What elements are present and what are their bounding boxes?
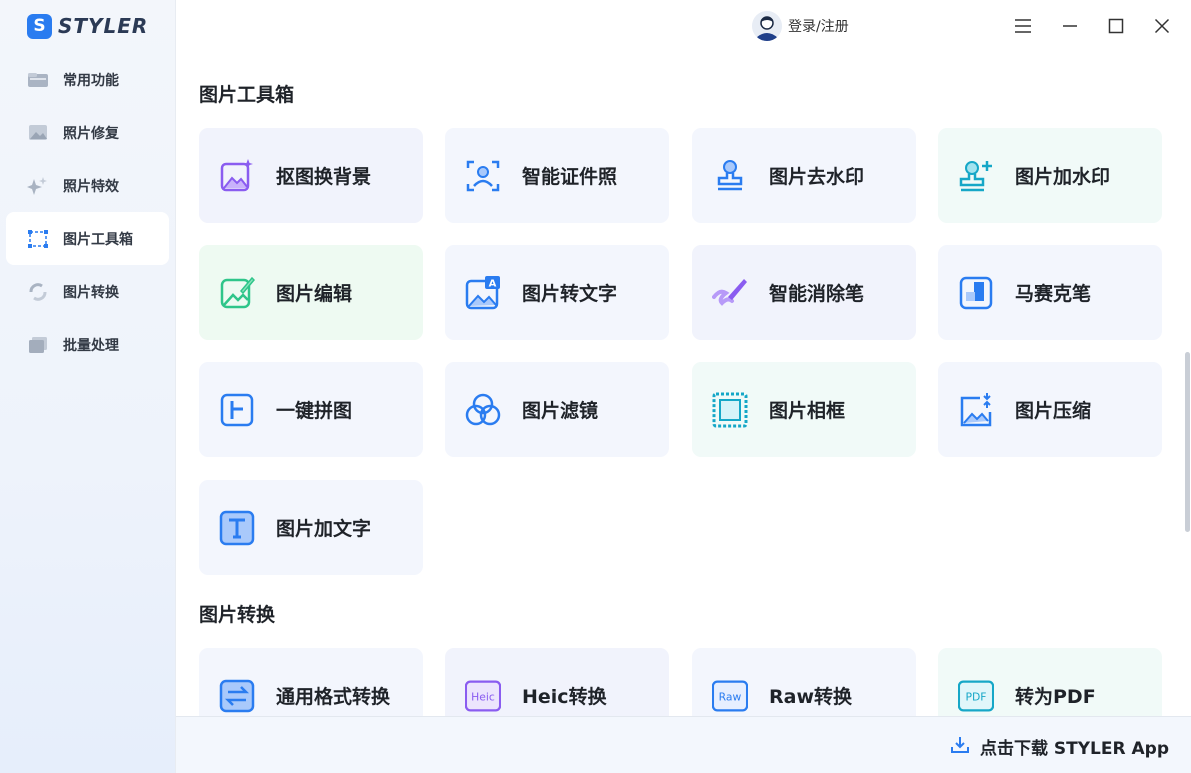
tool-card-image-to-text[interactable]: A 图片转文字 <box>445 245 669 340</box>
tool-card-label: 图片去水印 <box>769 166 865 188</box>
svg-text:Heic: Heic <box>471 690 495 703</box>
avatar-icon <box>752 11 782 41</box>
sidebar-item-label: 批量处理 <box>63 337 119 354</box>
sparkle-icon <box>27 176 49 195</box>
tool-card-label: 马赛克笔 <box>1015 283 1092 305</box>
tool-card-label: 图片加文字 <box>276 518 372 540</box>
eraser-brush-icon <box>712 275 748 311</box>
maximize-icon <box>1108 18 1124 38</box>
tool-card-filter[interactable]: 图片滤镜 <box>445 362 669 457</box>
add-text-icon <box>219 510 255 546</box>
scrollbar-thumb[interactable] <box>1185 352 1190 532</box>
tool-card-label: 抠图换背景 <box>276 166 372 188</box>
svg-text:A: A <box>489 278 497 289</box>
tool-card-add-text[interactable]: 图片加文字 <box>199 480 423 575</box>
section-title-convert: 图片转换 <box>199 604 276 626</box>
sidebar-item-effects[interactable]: 照片特效 <box>6 159 169 212</box>
close-button[interactable] <box>1148 14 1176 42</box>
pdf-icon: PDF <box>958 678 994 714</box>
compress-icon <box>958 392 994 428</box>
sidebar-item-repair[interactable]: 照片修复 <box>6 106 169 159</box>
sidebar: S STYLER 常用功能 照片修复 照片特效 图片工具箱 图片转换 批量处理 <box>0 0 176 773</box>
batch-icon <box>27 336 49 354</box>
tool-card-remove-watermark[interactable]: 图片去水印 <box>692 128 916 223</box>
download-app-button[interactable]: 点击下载 STYLER App <box>950 734 1169 759</box>
frame-icon <box>712 392 748 428</box>
image-to-text-icon: A <box>465 275 501 311</box>
format-convert-icon <box>219 678 255 714</box>
minimize-button[interactable] <box>1056 14 1084 42</box>
tool-card-label: 图片压缩 <box>1015 400 1092 422</box>
sidebar-item-common[interactable]: 常用功能 <box>6 53 169 106</box>
menu-button[interactable] <box>1009 14 1037 42</box>
tool-card-label: 图片编辑 <box>276 283 353 305</box>
tool-card-collage[interactable]: 一键拼图 <box>199 362 423 457</box>
toolbox-icon <box>27 229 49 248</box>
login-label: 登录/注册 <box>788 19 849 35</box>
sidebar-item-convert[interactable]: 图片转换 <box>6 265 169 318</box>
filter-icon <box>465 392 501 428</box>
tool-card-label: 图片滤镜 <box>522 400 599 422</box>
hamburger-icon <box>1014 18 1032 38</box>
raw-icon: Raw <box>712 678 748 714</box>
tool-card-pdf[interactable]: PDF 转为PDF <box>938 648 1162 716</box>
sidebar-item-label: 照片特效 <box>63 178 119 195</box>
svg-text:Raw: Raw <box>719 690 742 703</box>
tool-card-compress[interactable]: 图片压缩 <box>938 362 1162 457</box>
tool-card-format-convert[interactable]: 通用格式转换 <box>199 648 423 716</box>
sidebar-item-toolbox[interactable]: 图片工具箱 <box>6 212 169 265</box>
sidebar-item-label: 图片转换 <box>63 284 119 301</box>
tool-card-mosaic[interactable]: 马赛克笔 <box>938 245 1162 340</box>
download-icon <box>950 735 970 759</box>
logo-mark: S <box>27 13 52 39</box>
sidebar-item-label: 照片修复 <box>63 125 119 142</box>
user-login[interactable]: 登录/注册 <box>752 11 849 41</box>
convert-icon <box>27 282 49 301</box>
sidebar-item-batch[interactable]: 批量处理 <box>6 318 169 371</box>
sidebar-item-label: 图片工具箱 <box>63 231 133 248</box>
tool-card-label: 智能消除笔 <box>769 283 865 305</box>
tool-card-label: 图片转文字 <box>522 283 618 305</box>
tool-card-label: 图片相框 <box>769 400 846 422</box>
main-content: 图片工具箱 抠图换背景 智能证件照 图片去水印 图片加水印 图片编辑 A 图片转… <box>176 58 1184 716</box>
sidebar-nav: 常用功能 照片修复 照片特效 图片工具箱 图片转换 批量处理 <box>6 53 169 371</box>
tool-card-id-photo[interactable]: 智能证件照 <box>445 128 669 223</box>
remove-watermark-icon <box>712 158 748 194</box>
edit-icon <box>219 275 255 311</box>
tool-card-eraser-brush[interactable]: 智能消除笔 <box>692 245 916 340</box>
tool-card-label: 通用格式转换 <box>276 686 391 708</box>
sidebar-item-label: 常用功能 <box>63 72 119 89</box>
tool-card-raw[interactable]: Raw Raw转换 <box>692 648 916 716</box>
photo-icon <box>27 124 49 142</box>
close-icon <box>1154 18 1170 38</box>
collage-icon <box>219 392 255 428</box>
tool-card-label: 智能证件照 <box>522 166 618 188</box>
id-photo-icon <box>465 158 501 194</box>
app-logo: S STYLER <box>27 13 148 39</box>
svg-text:PDF: PDF <box>965 690 986 703</box>
tool-card-cutout[interactable]: 抠图换背景 <box>199 128 423 223</box>
cutout-icon <box>219 158 255 194</box>
tool-card-heic[interactable]: Heic Heic转换 <box>445 648 669 716</box>
tool-card-label: Heic转换 <box>522 686 607 708</box>
tool-card-label: 转为PDF <box>1015 686 1096 708</box>
tool-card-label: Raw转换 <box>769 686 853 708</box>
logo-text: STYLER <box>58 14 149 38</box>
footer-bar: 点击下载 STYLER App <box>176 716 1191 773</box>
folder-icon <box>27 71 49 89</box>
section-title-toolbox: 图片工具箱 <box>199 84 295 106</box>
mosaic-icon <box>958 275 994 311</box>
heic-icon: Heic <box>465 678 501 714</box>
tool-card-label: 图片加水印 <box>1015 166 1111 188</box>
minimize-icon <box>1062 18 1078 38</box>
tool-card-label: 一键拼图 <box>276 400 353 422</box>
add-watermark-icon <box>958 158 994 194</box>
tool-card-add-watermark[interactable]: 图片加水印 <box>938 128 1162 223</box>
maximize-button[interactable] <box>1102 14 1130 42</box>
tool-card-edit[interactable]: 图片编辑 <box>199 245 423 340</box>
download-label: 点击下载 STYLER App <box>979 739 1169 759</box>
tool-card-frame[interactable]: 图片相框 <box>692 362 916 457</box>
